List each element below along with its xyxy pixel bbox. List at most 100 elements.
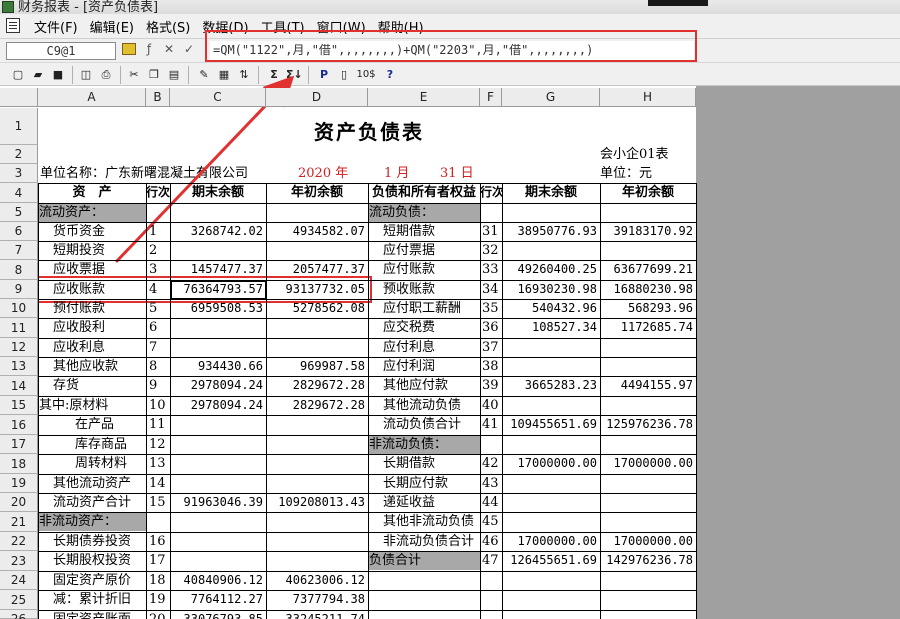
asset-begin-balance[interactable]: 4934582.07 [266, 222, 368, 241]
asset-end-balance[interactable] [170, 512, 266, 531]
asset-begin-balance[interactable]: 33245211.74 [266, 610, 368, 619]
liability-end-balance[interactable] [502, 474, 600, 493]
liability-begin-balance[interactable] [600, 512, 696, 531]
row-header-12[interactable]: 12 [0, 338, 38, 357]
row-header-2[interactable]: 2 [0, 145, 38, 164]
asset-line-no[interactable]: 13 [146, 454, 170, 473]
row-header-14[interactable]: 14 [0, 376, 38, 396]
asset-begin-balance[interactable]: 93137732.05 [266, 280, 368, 299]
asset-begin-balance[interactable]: 109208013.43 [266, 493, 368, 512]
liability-label[interactable]: 负债合计 [369, 551, 480, 570]
liability-line-no[interactable]: 42 [480, 454, 502, 473]
row-header-4[interactable]: 4 [0, 183, 38, 203]
asset-label[interactable]: 存货 [39, 376, 146, 395]
asset-begin-balance[interactable]: 969987.58 [266, 357, 368, 376]
asset-label[interactable]: 其中:原材料 [39, 396, 146, 415]
asset-label[interactable]: 长期债券投资 [39, 532, 146, 551]
liability-end-balance[interactable] [502, 241, 600, 260]
liability-line-no[interactable]: 38 [480, 357, 502, 376]
liability-end-balance[interactable] [502, 512, 600, 531]
asset-end-balance[interactable]: 7764112.27 [170, 590, 266, 609]
row-header-20[interactable]: 20 [0, 493, 38, 512]
asset-label[interactable]: 减：累计折旧 [39, 590, 146, 609]
asset-begin-balance[interactable] [266, 415, 368, 434]
asset-begin-balance[interactable]: 2057477.37 [266, 260, 368, 279]
liability-label[interactable]: 应付账款 [369, 260, 480, 279]
row-header-24[interactable]: 24 [0, 571, 38, 590]
liability-label[interactable]: 预收账款 [369, 280, 480, 299]
row-header-3[interactable]: 3 [0, 164, 38, 183]
asset-begin-balance[interactable] [266, 318, 368, 337]
row-header-26[interactable]: 26 [0, 610, 38, 619]
column-header-H[interactable]: H [600, 88, 696, 107]
liability-label[interactable]: 非流动负债： [369, 435, 480, 454]
liability-begin-balance[interactable]: 17000000.00 [600, 454, 696, 473]
liability-label[interactable]: 其他应付款 [369, 376, 480, 395]
asset-line-no[interactable]: 18 [146, 571, 170, 590]
asset-end-balance[interactable]: 2978094.24 [170, 396, 266, 415]
liability-end-balance[interactable]: 49260400.25 [502, 260, 600, 279]
asset-end-balance[interactable]: 934430.66 [170, 357, 266, 376]
liability-begin-balance[interactable]: 568293.96 [600, 299, 696, 318]
row-header-8[interactable]: 8 [0, 260, 38, 280]
liability-label[interactable]: 应付职工薪酬 [369, 299, 480, 318]
liability-line-no[interactable]: 31 [480, 222, 502, 241]
liability-line-no[interactable]: 34 [480, 280, 502, 299]
asset-label[interactable]: 货币资金 [39, 222, 146, 241]
liability-line-no[interactable]: 32 [480, 241, 502, 260]
asset-label[interactable]: 长期股权投资 [39, 551, 146, 570]
liability-label[interactable]: 长期借款 [369, 454, 480, 473]
liability-line-no[interactable]: 46 [480, 532, 502, 551]
liability-begin-balance[interactable]: 125976236.78 [600, 415, 696, 434]
liability-begin-balance[interactable] [600, 474, 696, 493]
column-header-A[interactable]: A [38, 88, 146, 107]
asset-end-balance[interactable]: 2978094.24 [170, 376, 266, 395]
asset-label[interactable]: 固定资产账面 [39, 610, 146, 619]
asset-line-no[interactable]: 15 [146, 493, 170, 512]
asset-end-balance[interactable] [170, 203, 266, 222]
liability-label[interactable]: 应付利息 [369, 338, 480, 357]
liability-end-balance[interactable] [502, 338, 600, 357]
row-header-16[interactable]: 16 [0, 415, 38, 435]
asset-label[interactable]: 应收利息 [39, 338, 146, 357]
asset-line-no[interactable]: 17 [146, 551, 170, 570]
asset-end-balance[interactable]: 91963046.39 [170, 493, 266, 512]
liability-begin-balance[interactable]: 1172685.74 [600, 318, 696, 337]
asset-line-no[interactable]: 6 [146, 318, 170, 337]
asset-line-no[interactable]: 20 [146, 610, 170, 619]
liability-label[interactable]: 长期应付款 [369, 474, 480, 493]
column-header-B[interactable]: B [146, 88, 170, 107]
asset-line-no[interactable]: 11 [146, 415, 170, 434]
liability-end-balance[interactable]: 3665283.23 [502, 376, 600, 395]
liability-label[interactable]: 流动负债合计 [369, 415, 480, 434]
asset-begin-balance[interactable] [266, 551, 368, 570]
liability-label[interactable]: 应付利润 [369, 357, 480, 376]
liability-begin-balance[interactable]: 4494155.97 [600, 376, 696, 395]
row-header-13[interactable]: 13 [0, 357, 38, 376]
asset-end-balance[interactable]: 33076793.85 [170, 610, 266, 619]
asset-line-no[interactable]: 3 [146, 260, 170, 279]
asset-label[interactable]: 其他流动资产 [39, 474, 146, 493]
liability-label[interactable]: 非流动负债合计 [369, 532, 480, 551]
asset-label[interactable]: 应收票据 [39, 260, 146, 279]
asset-label[interactable]: 在产品 [39, 415, 146, 434]
liability-line-no[interactable]: 45 [480, 512, 502, 531]
liability-end-balance[interactable] [502, 435, 600, 454]
asset-label[interactable]: 固定资产原价 [39, 571, 146, 590]
asset-line-no[interactable]: 9 [146, 376, 170, 395]
liability-label[interactable]: 应付票据 [369, 241, 480, 260]
asset-line-no[interactable]: 19 [146, 590, 170, 609]
liability-end-balance[interactable]: 109455651.69 [502, 415, 600, 434]
asset-line-no[interactable]: 12 [146, 435, 170, 454]
asset-label[interactable]: 非流动资产： [39, 512, 146, 531]
asset-end-balance[interactable] [170, 435, 266, 454]
liability-begin-balance[interactable] [600, 493, 696, 512]
liability-begin-balance[interactable] [600, 396, 696, 415]
asset-begin-balance[interactable] [266, 435, 368, 454]
liability-end-balance[interactable] [502, 493, 600, 512]
liability-end-balance[interactable]: 38950776.93 [502, 222, 600, 241]
liability-label[interactable]: 其他非流动负债 [369, 512, 480, 531]
liability-begin-balance[interactable]: 39183170.92 [600, 222, 696, 241]
liability-end-balance[interactable]: 16930230.98 [502, 280, 600, 299]
liability-end-balance[interactable]: 17000000.00 [502, 532, 600, 551]
